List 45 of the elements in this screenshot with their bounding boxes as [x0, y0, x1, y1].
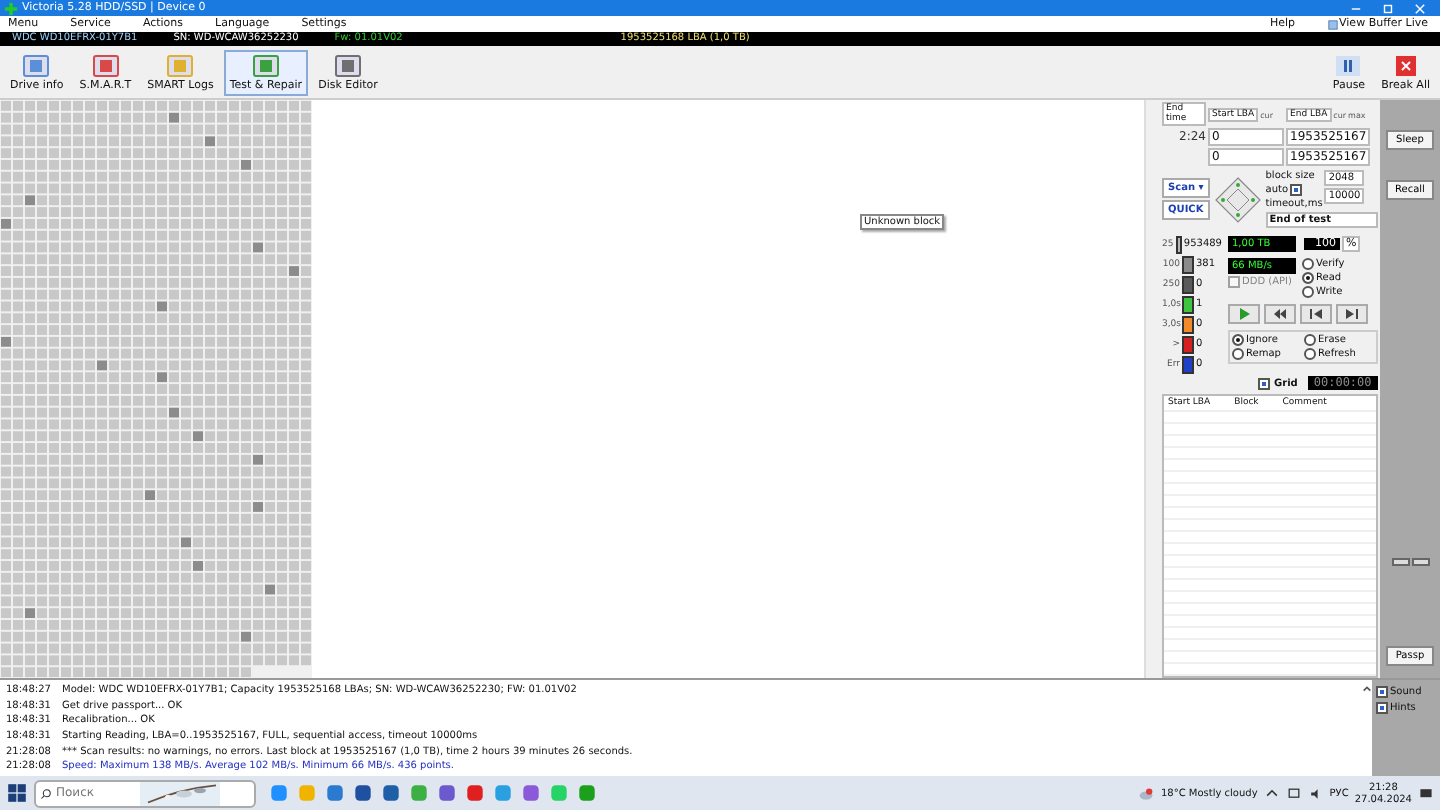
skip-back-icon: [1306, 306, 1326, 322]
pause-icon: [1334, 54, 1363, 78]
toolbar-icon: [251, 54, 280, 78]
skip-back-button[interactable]: [1300, 304, 1332, 324]
restore-icon[interactable]: [1380, 1, 1396, 15]
app-icon[interactable]: [380, 782, 402, 804]
radio-button[interactable]: [1232, 348, 1244, 360]
direction-pad-icon[interactable]: [1213, 175, 1262, 223]
radio-button[interactable]: [1304, 334, 1316, 346]
chevron-up-icon[interactable]: [1263, 785, 1280, 801]
close-icon[interactable]: [1412, 1, 1428, 15]
app-icon[interactable]: [268, 782, 290, 804]
buffer-icon: [1327, 19, 1338, 29]
start-icon[interactable]: [6, 782, 28, 804]
toolbar-icon: [91, 54, 120, 78]
app-icon[interactable]: [520, 782, 542, 804]
grid-checkbox[interactable]: [1258, 377, 1270, 389]
app-icon[interactable]: [576, 782, 598, 804]
rewind-icon: [1270, 306, 1290, 322]
app-icon[interactable]: [436, 782, 458, 804]
rewind-button[interactable]: [1264, 304, 1296, 324]
option-checkbox[interactable]: [1376, 702, 1388, 714]
option-checkbox[interactable]: [1376, 686, 1388, 698]
toolbar-icon: [334, 54, 362, 78]
radio-button[interactable]: [1304, 348, 1316, 360]
scroll-up-icon[interactable]: [1361, 684, 1371, 694]
close-icon: [1391, 54, 1420, 78]
skip-end-icon: [1342, 306, 1362, 322]
radio-button[interactable]: [1302, 286, 1314, 298]
notification-icon[interactable]: [1418, 785, 1434, 801]
toolbar-icon: [166, 54, 195, 78]
auto-checkbox[interactable]: [1290, 184, 1303, 196]
weather-icon: [1138, 785, 1155, 801]
app-icon[interactable]: [464, 782, 486, 804]
search-icon: [40, 787, 52, 799]
play-icon: [1234, 306, 1254, 322]
speaker-icon[interactable]: [1307, 785, 1324, 801]
skip-end-button[interactable]: [1336, 304, 1368, 324]
app-icon[interactable]: [324, 782, 346, 804]
radio-button[interactable]: [1232, 334, 1244, 346]
radio-button[interactable]: [1302, 258, 1314, 270]
cross-icon: [4, 1, 18, 15]
toolbar-icon: [22, 54, 51, 78]
app-icon[interactable]: [352, 782, 374, 804]
radio-button[interactable]: [1302, 272, 1314, 284]
